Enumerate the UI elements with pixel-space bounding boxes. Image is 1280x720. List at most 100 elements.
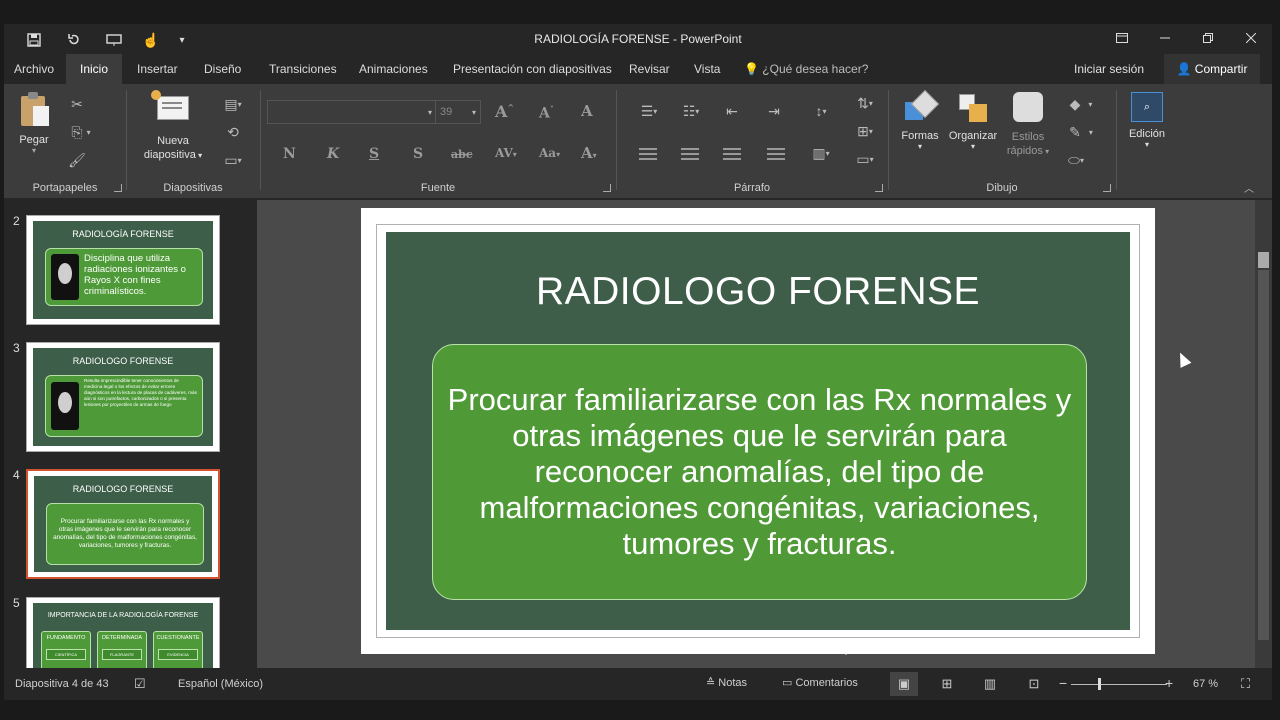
shape-fill-icon[interactable]: ◆ ▾ <box>1061 94 1101 114</box>
sign-in-link[interactable]: Iniciar sesión <box>1074 54 1144 84</box>
editing-button[interactable]: ⌕ Edición ▾ <box>1123 92 1171 149</box>
close-icon[interactable] <box>1229 24 1272 52</box>
thumbnail-slide-5[interactable]: IMPORTANCIA DE LA RADIOLOGÍA FORENSE FUN… <box>26 597 220 668</box>
arrange-icon <box>957 92 989 124</box>
spell-check-icon[interactable]: ☑ <box>134 676 146 692</box>
tab-diseno[interactable]: Diseño <box>194 54 251 84</box>
tab-animaciones[interactable]: Animaciones <box>349 54 438 84</box>
align-center-icon[interactable] <box>681 148 699 160</box>
font-name-field[interactable] <box>267 100 437 124</box>
comment-icon: ▭ <box>782 677 793 689</box>
align-left-icon[interactable] <box>639 148 657 160</box>
dibujo-launcher-icon[interactable] <box>1103 184 1111 192</box>
arrange-button[interactable]: Organizar ▾ <box>945 92 1001 151</box>
portapapeles-launcher-icon[interactable] <box>114 184 122 192</box>
font-name-dropdown-icon[interactable]: ▾ <box>425 102 435 122</box>
reading-view-icon[interactable]: ▥ <box>976 672 1004 696</box>
fit-to-window-icon[interactable]: ⛶ <box>1241 676 1250 692</box>
thumbnail-title: RADIOLOGO FORENSE <box>72 484 174 494</box>
zoom-slider[interactable] <box>1071 684 1167 685</box>
increase-font-icon[interactable]: A^ <box>495 102 514 121</box>
ribbon: Pegar ▾ ✂ ⎘ ▾ 🖌 Portapapeles Nueva diapo… <box>4 84 1272 198</box>
cut-icon[interactable]: ✂ <box>66 94 88 114</box>
decrease-indent-icon[interactable]: ⇤ <box>721 102 743 120</box>
increase-indent-icon[interactable]: ⇥ <box>763 102 785 120</box>
notes-button[interactable]: ≙ Notas <box>706 676 747 689</box>
thumbnail-slide-2[interactable]: RADIOLOGÍA FORENSE Disciplina que utiliz… <box>26 215 220 325</box>
tab-transiciones[interactable]: Transiciones <box>259 54 347 84</box>
bold-icon[interactable]: N <box>283 146 296 162</box>
normal-view-icon[interactable]: ▣ <box>890 672 918 696</box>
slide-title[interactable]: RADIOLOGO FORENSE <box>386 270 1130 314</box>
slide-content-box[interactable]: Procurar familiarizarse con las Rx norma… <box>432 344 1087 600</box>
thumbnail-textbox: Resulta imprescindible tener conocimient… <box>45 375 203 437</box>
shape-outline-icon[interactable]: ✎ ▾ <box>1061 122 1101 142</box>
copy-icon[interactable]: ⎘ ▾ <box>66 122 96 142</box>
thumbnail-slide-3[interactable]: RADIOLOGO FORENSE Resulta imprescindible… <box>26 342 220 452</box>
italic-icon[interactable]: K <box>327 146 339 162</box>
comments-button[interactable]: ▭ Comentarios <box>782 676 858 689</box>
thumbnail-textbox: Disciplina que utiliza radiaciones ioniz… <box>45 248 203 306</box>
fuente-launcher-icon[interactable] <box>603 184 611 192</box>
language-indicator[interactable]: Español (México) <box>178 678 263 690</box>
paste-button[interactable]: Pegar ▾ <box>14 92 54 155</box>
thumbnail-slide-4[interactable]: RADIOLOGO FORENSE Procurar familiarizars… <box>26 469 220 579</box>
new-slide-button[interactable]: Nueva diapositiva ▾ <box>133 90 213 163</box>
tab-inicio[interactable]: Inicio <box>66 54 122 84</box>
shadow-icon[interactable]: S <box>413 146 423 162</box>
vertical-scrollbar[interactable] <box>1255 200 1272 668</box>
current-slide[interactable]: RADIOLOGO FORENSE Procurar familiarizars… <box>361 208 1155 654</box>
section-icon[interactable]: ▭ ▾ <box>219 150 247 170</box>
slide-sorter-icon[interactable]: ⊞ <box>933 672 961 696</box>
tab-archivo[interactable]: Archivo <box>4 54 64 84</box>
numbering-icon[interactable]: ☷ ▾ <box>675 102 707 120</box>
bullets-icon[interactable]: ☰ ▾ <box>633 102 665 120</box>
zoom-out-icon[interactable]: − <box>1059 675 1067 691</box>
align-text-icon[interactable]: ⊞ ▾ <box>849 122 881 140</box>
align-right-icon[interactable] <box>723 148 741 160</box>
ribbon-display-options-icon[interactable] <box>1100 24 1143 52</box>
shape-effects-icon[interactable]: ⬭ ▾ <box>1061 150 1091 170</box>
parrafo-launcher-icon[interactable] <box>875 184 883 192</box>
thumbnail-subbox: EVIDENCIA <box>158 649 198 660</box>
quick-styles-label-2: rápidos <box>1006 145 1043 157</box>
group-fuente: ▾ 39 ▾ A^ A˅ A N K S S abc AV▾ Aa▾ A▾ Fu… <box>261 84 615 198</box>
tab-vista[interactable]: Vista <box>684 54 730 84</box>
smartart-icon[interactable]: ▭ ▾ <box>849 150 881 168</box>
underline-icon[interactable]: S <box>369 146 379 162</box>
group-parrafo: ☰ ▾ ☷ ▾ ⇤ ⇥ ↕ ▾ ⇅ ▾ ⊞ ▾ ▭ ▾ ▥ ▾ Párrafo <box>617 84 887 198</box>
character-spacing-icon[interactable]: AV▾ <box>495 146 517 160</box>
share-button[interactable]: 👤 Compartir <box>1164 54 1260 84</box>
zoom-level[interactable]: 67 % <box>1193 678 1218 690</box>
layout-icon[interactable]: ▤ ▾ <box>219 94 247 114</box>
thumbnail-number: 2 <box>13 214 20 228</box>
change-case-icon[interactable]: Aa▾ <box>539 146 560 160</box>
format-painter-icon[interactable]: 🖌 <box>66 150 88 170</box>
tab-presentacion[interactable]: Presentación con diapositivas <box>443 54 622 84</box>
zoom-in-icon[interactable]: + <box>1165 675 1173 691</box>
columns-icon[interactable]: ▥ ▾ <box>805 144 837 162</box>
justify-icon[interactable] <box>767 148 785 160</box>
scroll-thumb[interactable] <box>1258 252 1269 268</box>
slideshow-icon[interactable]: ⊡ <box>1020 672 1048 696</box>
clear-formatting-icon[interactable]: A <box>581 102 593 120</box>
decrease-font-icon[interactable]: A˅ <box>539 104 554 122</box>
strikethrough-icon[interactable]: abc <box>451 148 473 161</box>
thumbnail-box-label: DETERMINADA <box>101 635 143 641</box>
tab-revisar[interactable]: Revisar <box>619 54 680 84</box>
text-direction-icon[interactable]: ⇅ ▾ <box>849 94 881 112</box>
quick-styles-button[interactable]: Estilos rápidos ▾ <box>1003 92 1053 159</box>
shapes-button[interactable]: Formas ▾ <box>897 89 943 151</box>
line-spacing-icon[interactable]: ↕ ▾ <box>805 102 837 120</box>
zoom-slider-thumb[interactable] <box>1098 678 1101 690</box>
reset-icon[interactable]: ⟲ <box>219 122 247 142</box>
collapse-ribbon-icon[interactable]: ︿ <box>1242 180 1256 195</box>
font-size-dropdown-icon[interactable]: ▾ <box>469 102 479 122</box>
tell-me-search[interactable]: 💡 ¿Qué desea hacer? <box>744 54 868 84</box>
font-color-icon[interactable]: A▾ <box>581 144 597 162</box>
minimize-icon[interactable] <box>1143 24 1186 52</box>
thumbnail-textbox: Procurar familiarizarse con las Rx norma… <box>46 503 204 565</box>
group-edicion: ⌕ Edición ▾ <box>1117 84 1177 198</box>
tab-insertar[interactable]: Insertar <box>127 54 188 84</box>
restore-icon[interactable] <box>1186 24 1229 52</box>
